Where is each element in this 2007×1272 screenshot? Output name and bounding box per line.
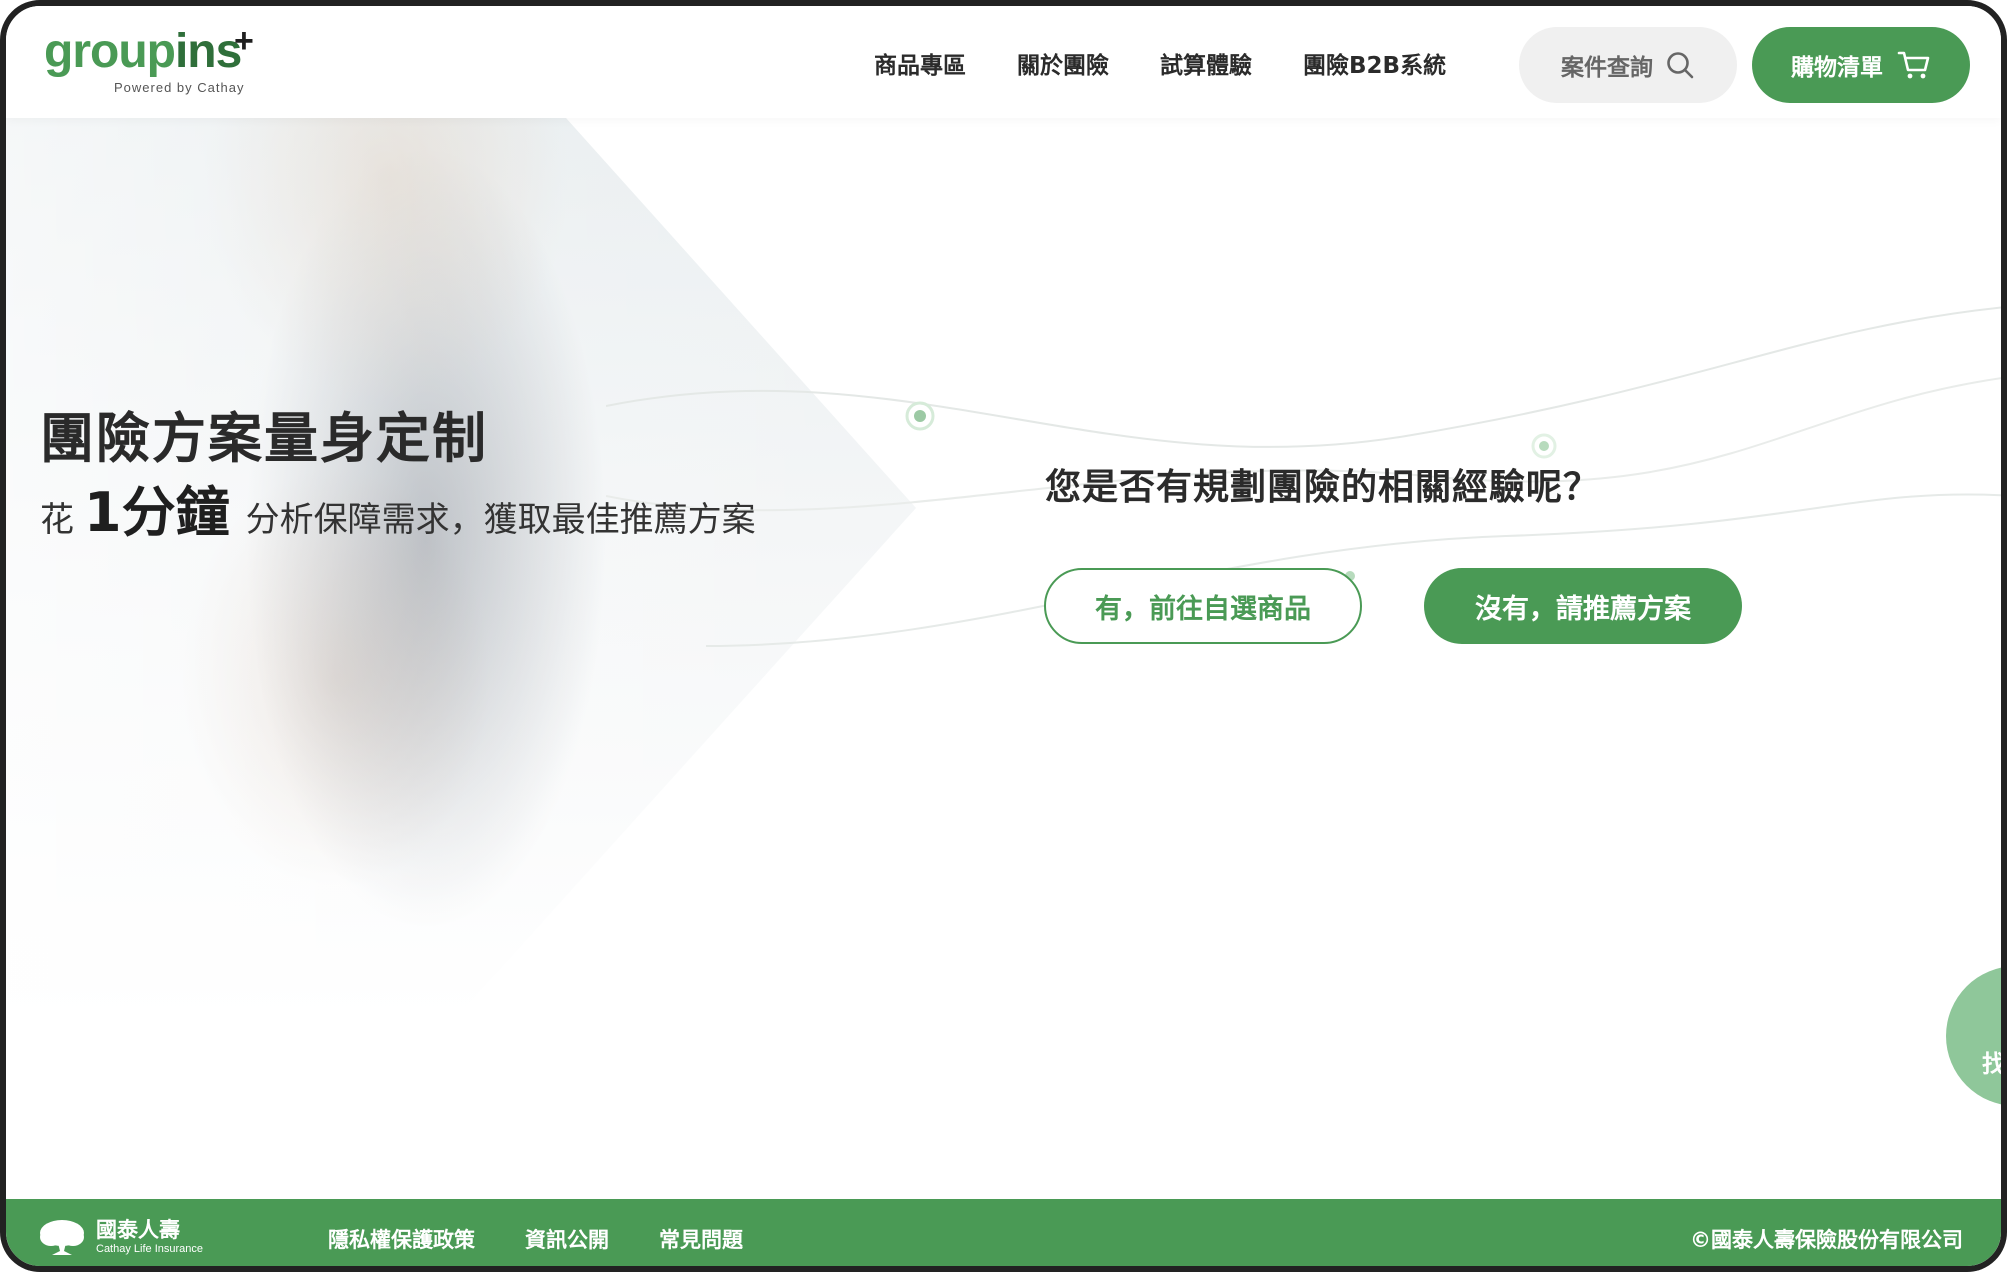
hero-subtitle-highlight: 1分鐘 xyxy=(84,481,230,544)
case-search-button[interactable]: 案件查詢 xyxy=(1519,27,1737,103)
nav-item-products[interactable]: 商品專區 xyxy=(874,46,966,80)
site-footer: 國泰人壽 Cathay Life Insurance 隱私權保護政策 資訊公開 … xyxy=(6,1199,2001,1266)
hero-title: 團險方案量身定制 xyxy=(40,407,488,470)
yes-self-select-button[interactable]: 有，前往自選商品 xyxy=(1044,568,1362,644)
logo-tagline: Powered by Cathay xyxy=(114,80,245,95)
browser-frame: groupins + Powered by Cathay 商品專區 關於團險 試… xyxy=(0,0,2007,1272)
hero-subtitle: 花 1分鐘 分析保障需求，獲取最佳推薦方案 xyxy=(40,468,756,547)
cart-label: 購物清單 xyxy=(1791,55,1883,81)
footer-links: 隱私權保護政策 資訊公開 常見問題 xyxy=(328,1224,793,1254)
floating-helper-button[interactable]: ‹ 找 xyxy=(1946,966,2006,1106)
cathay-footer-logo[interactable]: 國泰人壽 Cathay Life Insurance xyxy=(38,1217,203,1257)
footer-link-privacy[interactable]: 隱私權保護政策 xyxy=(328,1224,475,1254)
floating-helper-label: 找 xyxy=(1982,1050,2006,1078)
cathay-tree-icon xyxy=(40,1220,84,1255)
copyright-text: ©國泰人壽保險股份有限公司 xyxy=(1690,1228,1963,1252)
footer-logo-name: 國泰人壽 xyxy=(96,1218,180,1243)
no-recommend-button[interactable]: 沒有，請推薦方案 xyxy=(1424,568,1742,644)
nav-item-calculator[interactable]: 試算體驗 xyxy=(1160,46,1252,80)
nav-item-about[interactable]: 關於團險 xyxy=(1017,46,1109,80)
nav-item-b2b[interactable]: 團險B2B系統 xyxy=(1303,46,1446,80)
hero-subtitle-prefix: 花 xyxy=(40,500,74,540)
logo-wordmark-group: group xyxy=(44,25,176,78)
footer-logo-en: Cathay Life Insurance xyxy=(96,1242,204,1255)
cart-icon xyxy=(1897,51,1930,79)
experience-question: 您是否有規劃團險的相關經驗呢？ xyxy=(1045,467,1601,508)
logo-wordmark-ins: ins xyxy=(174,25,242,78)
case-search-label: 案件查詢 xyxy=(1561,55,1653,81)
footer-link-faq[interactable]: 常見問題 xyxy=(659,1224,743,1254)
footer-link-disclosure[interactable]: 資訊公開 xyxy=(525,1224,609,1254)
site-header: groupins + Powered by Cathay 商品專區 關於團險 試… xyxy=(6,6,2001,118)
main-nav: 商品專區 關於團險 試算體驗 團險B2B系統 xyxy=(874,46,1497,80)
logo-plus-mark: + xyxy=(234,22,254,60)
groupins-logo[interactable]: groupins + Powered by Cathay xyxy=(44,22,254,95)
cart-button[interactable]: 購物清單 xyxy=(1752,27,1970,103)
search-icon xyxy=(1667,52,1694,79)
hero-subtitle-rest: 分析保障需求，獲取最佳推薦方案 xyxy=(245,500,756,540)
